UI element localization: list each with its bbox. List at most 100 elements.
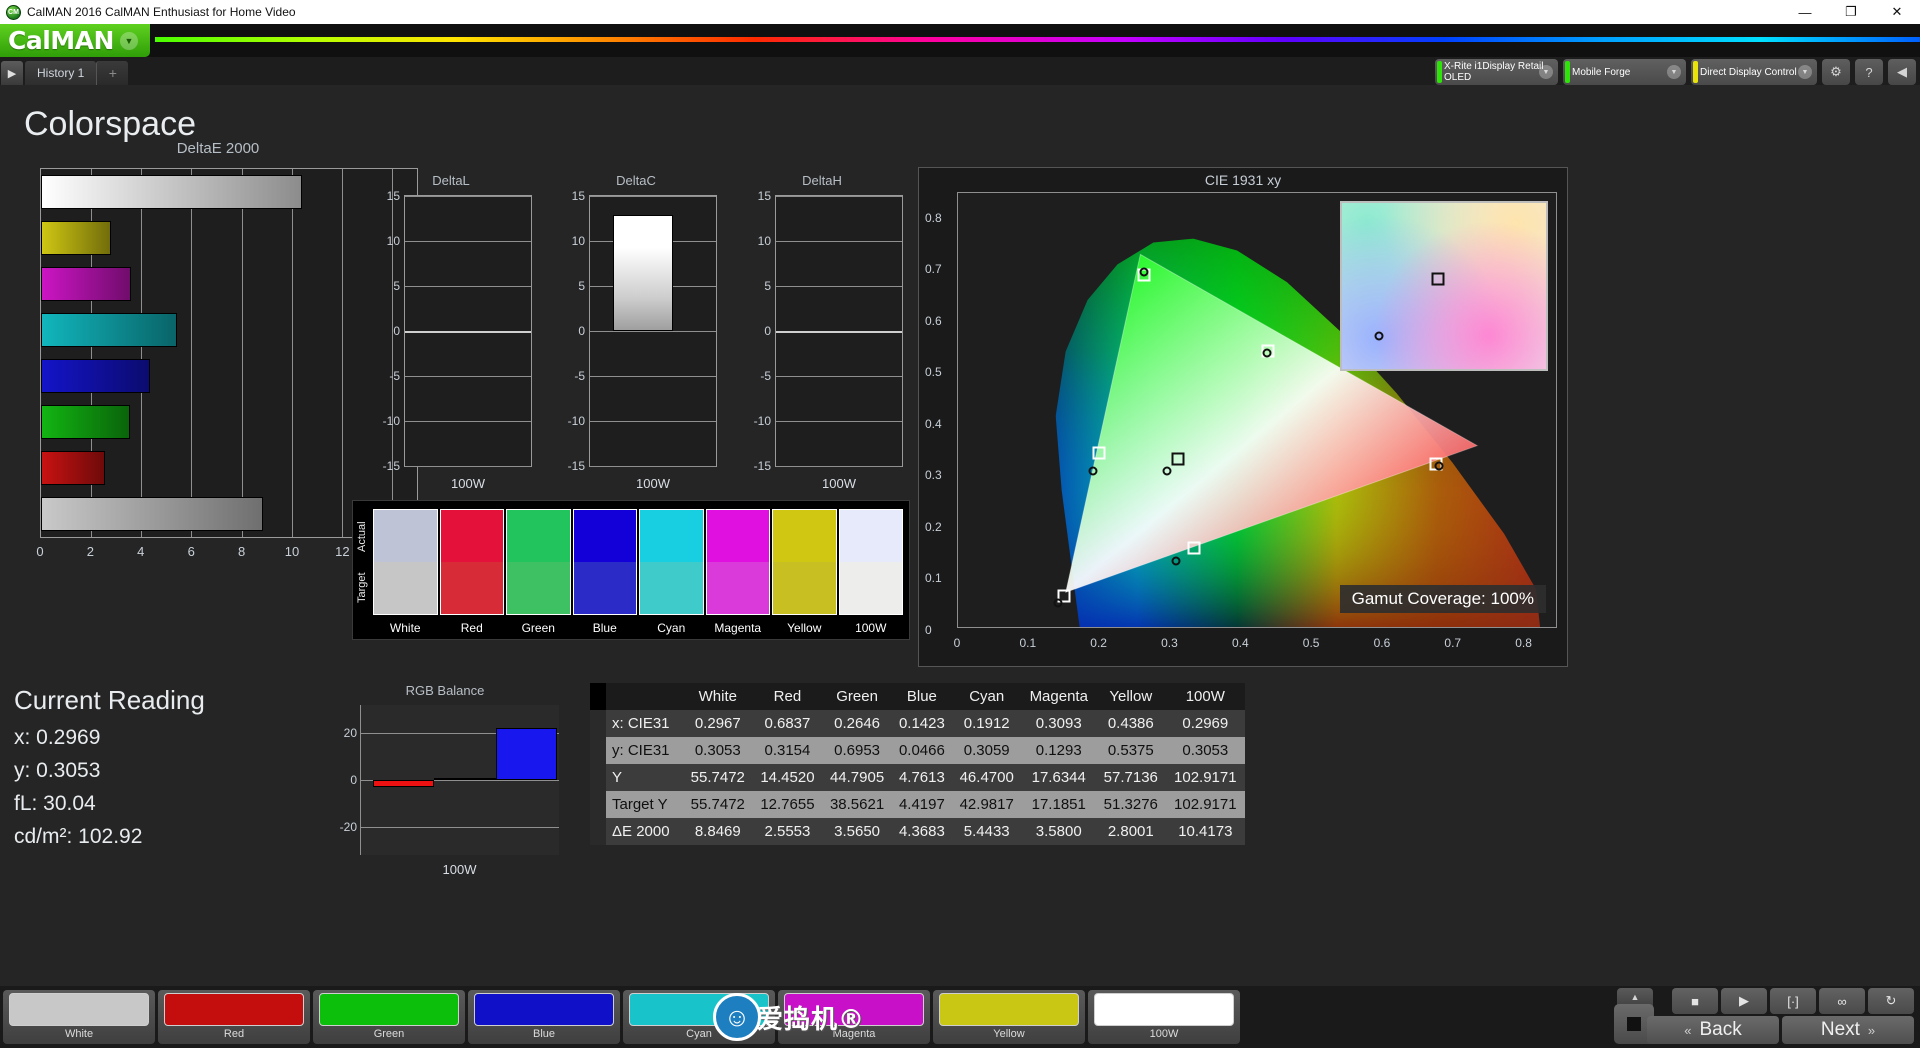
collapse-icon[interactable]: ◀ bbox=[1888, 59, 1916, 85]
y-tick-label: -15 bbox=[382, 459, 400, 473]
stop-icon[interactable]: ■ bbox=[1672, 988, 1718, 1014]
row-marker bbox=[590, 818, 606, 845]
rgb-balance-title: RGB Balance bbox=[405, 683, 485, 698]
calman-header-band: CalMAN ▼ bbox=[0, 24, 1920, 57]
cie-inset-zoom bbox=[1340, 201, 1548, 371]
pattern-button-green[interactable]: Green bbox=[313, 990, 465, 1044]
y-tick-label: -10 bbox=[382, 414, 400, 428]
table-cell: 0.2967 bbox=[694, 715, 741, 732]
swatch-target bbox=[706, 562, 769, 614]
chevron-down-icon[interactable]: ▼ bbox=[119, 31, 138, 50]
next-button[interactable]: Next » bbox=[1782, 1016, 1914, 1044]
cie-x-tick: 0 bbox=[953, 636, 961, 650]
y-tick-label: 10 bbox=[571, 234, 585, 248]
workspace: Colorspace DeltaE 2000 02468101214 Delta… bbox=[0, 85, 1920, 1015]
y-tick-label: 0 bbox=[578, 324, 585, 338]
deltae-bar bbox=[41, 175, 303, 209]
source-selector[interactable]: Mobile Forge ▼ bbox=[1563, 59, 1686, 85]
cie-x-tick: 0.6 bbox=[1373, 636, 1391, 650]
gridline bbox=[405, 376, 531, 377]
row-marker bbox=[590, 737, 606, 764]
cie-y-tick: 0.4 bbox=[925, 416, 942, 431]
chevron-down-icon[interactable]: ▼ bbox=[1798, 65, 1812, 79]
tab-strip: ▶ History 1 + X-Rite i1Display Retail OL… bbox=[0, 57, 1920, 85]
table-row-label: Target Y bbox=[612, 796, 668, 813]
swatch-cell bbox=[772, 509, 837, 615]
deltae-bar bbox=[41, 451, 106, 485]
gridline bbox=[405, 241, 531, 242]
chevron-down-icon[interactable]: ▼ bbox=[1539, 65, 1553, 79]
pattern-button-100w[interactable]: 100W bbox=[1088, 990, 1240, 1044]
loop-icon[interactable]: ∞ bbox=[1819, 988, 1865, 1014]
table-cell: 10.4173 bbox=[1178, 823, 1233, 840]
tab-nav-arrow-icon[interactable]: ▶ bbox=[1, 61, 23, 85]
table-column-header: Red bbox=[752, 683, 823, 710]
gridline bbox=[405, 421, 531, 422]
y-tick-label: 10 bbox=[757, 234, 771, 248]
minimize-button[interactable]: — bbox=[1782, 0, 1828, 24]
settings-gear-icon[interactable]: ⚙ bbox=[1822, 59, 1850, 85]
rgb-balance-plot: 20 0 -20 bbox=[340, 705, 559, 855]
table-cell: 12.7655 bbox=[760, 796, 815, 813]
delta-c-plot: 15 10 5 0 -5 -10 -15 bbox=[568, 189, 717, 473]
calman-logo-text: CalMAN bbox=[8, 26, 114, 55]
table-column-header: Cyan bbox=[951, 683, 1022, 710]
pattern-button-yellow[interactable]: Yellow bbox=[933, 990, 1085, 1044]
swatch-label: Cyan bbox=[657, 621, 686, 635]
pattern-button-magenta[interactable]: Magenta bbox=[778, 990, 930, 1044]
tab-history-1[interactable]: History 1 bbox=[25, 61, 97, 85]
table-cell: 46.4700 bbox=[959, 769, 1014, 786]
pattern-swatch bbox=[164, 993, 304, 1026]
table-cell: 2.5553 bbox=[764, 823, 811, 840]
calman-logo-button[interactable]: CalMAN ▼ bbox=[0, 24, 150, 57]
table-cell: 0.6953 bbox=[834, 742, 881, 759]
pattern-label: Green bbox=[373, 1028, 405, 1040]
table-cell: 0.1912 bbox=[963, 715, 1010, 732]
chevron-left-icon: « bbox=[1684, 1022, 1692, 1038]
cie-y-tick: 0.5 bbox=[925, 365, 942, 380]
y-tick-label: -5 bbox=[574, 369, 585, 383]
back-button[interactable]: « Back bbox=[1647, 1016, 1779, 1044]
pattern-button-blue[interactable]: Blue bbox=[468, 990, 620, 1044]
table-rowlabel-header bbox=[606, 683, 683, 710]
pattern-label: Magenta bbox=[832, 1028, 876, 1040]
pattern-button-white[interactable]: White bbox=[3, 990, 155, 1044]
reading-x-value: x: 0.2969 bbox=[14, 726, 101, 749]
cie-target-marker-magenta bbox=[1187, 541, 1201, 555]
swatch-actual bbox=[374, 510, 437, 562]
meter-selector[interactable]: X-Rite i1Display Retail OLED ▼ bbox=[1435, 59, 1558, 85]
y-tick-label: -10 bbox=[567, 414, 585, 428]
table-cell: 38.5621 bbox=[829, 796, 885, 813]
meter-name: X-Rite i1Display Retail bbox=[1444, 61, 1544, 72]
chevron-down-icon[interactable]: ▼ bbox=[1667, 65, 1681, 79]
cie-y-tick: 0.8 bbox=[925, 210, 942, 225]
pattern-button-red[interactable]: Red bbox=[158, 990, 310, 1044]
play-icon[interactable]: ▶ bbox=[1721, 988, 1767, 1014]
help-icon[interactable]: ? bbox=[1855, 59, 1883, 85]
bracket-icon[interactable]: [·] bbox=[1770, 988, 1816, 1014]
table-cell: 0.3053 bbox=[694, 742, 741, 759]
cie-measured-marker-white bbox=[1162, 466, 1172, 476]
swatch-target bbox=[440, 562, 503, 614]
actual-label: Actual bbox=[356, 521, 368, 553]
close-button[interactable]: ✕ bbox=[1874, 0, 1920, 24]
reading-y-value: y: 0.3053 bbox=[14, 759, 101, 782]
add-tab-button[interactable]: + bbox=[96, 61, 129, 85]
table-row: ΔE 2000 8.8469 2.5553 3.5650 4.3683 5.4433 3.5… bbox=[590, 818, 1245, 845]
table-cell: 102.9171 bbox=[1174, 769, 1237, 786]
meter-mode: OLED bbox=[1444, 72, 1472, 83]
display-control-selector[interactable]: Direct Display Control ▼ bbox=[1691, 59, 1817, 85]
swatch-actual bbox=[773, 510, 836, 562]
swatch-target bbox=[507, 562, 570, 614]
table-row-label: y: CIE31 bbox=[612, 742, 670, 759]
reading-fl-value: fL: 30.04 bbox=[14, 792, 96, 815]
table-cell: 17.6344 bbox=[1031, 769, 1086, 786]
cie-x-tick: 0.5 bbox=[1302, 636, 1320, 650]
rgb-y-tick: -20 bbox=[339, 819, 357, 834]
table-column-header: Green bbox=[822, 683, 892, 710]
pattern-button-cyan[interactable]: Cyan bbox=[623, 990, 775, 1044]
refresh-icon[interactable]: ↻ bbox=[1868, 988, 1914, 1014]
swatch-actual bbox=[573, 510, 636, 562]
deltae-bar bbox=[41, 221, 112, 255]
maximize-button[interactable]: ❐ bbox=[1828, 0, 1874, 24]
